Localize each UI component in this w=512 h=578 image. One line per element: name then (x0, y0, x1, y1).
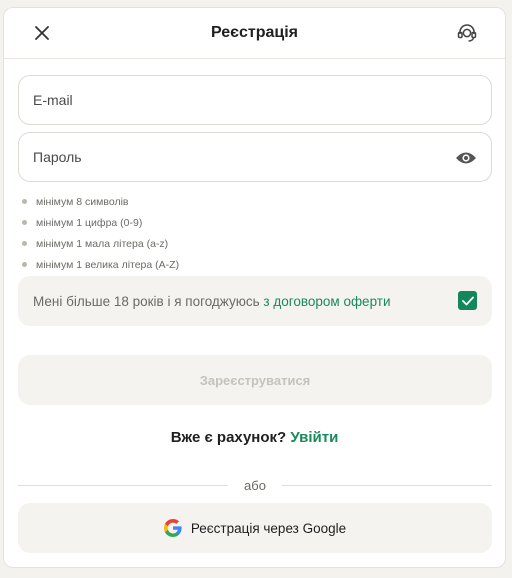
password-field[interactable] (18, 132, 492, 182)
age-agreement-box: Мені більше 18 років і я погоджуюсь з до… (18, 276, 492, 326)
page-title: Реєстрація (210, 24, 299, 41)
login-question: Вже є рахунок? (170, 429, 287, 446)
bullet-icon (22, 262, 27, 267)
google-icon (163, 519, 182, 537)
password-rule-text: мінімум 1 цифра (0-9) (36, 216, 143, 229)
password-rule-text: мінімум 8 символів (36, 195, 129, 208)
email-input[interactable] (19, 76, 491, 124)
password-rule: мінімум 1 велика літера (A-Z) (22, 254, 179, 275)
password-rule: мінімум 1 мала літера (a-z) (22, 233, 179, 254)
support-headset-icon (457, 24, 477, 42)
checkmark-icon (461, 296, 474, 305)
offer-agreement-link[interactable]: з договором оферти (263, 294, 390, 309)
login-link[interactable]: Увійти (290, 429, 338, 446)
password-rules-list: мінімум 8 символів мінімум 1 цифра (0-9)… (22, 191, 179, 275)
password-rule: мінімум 8 символів (22, 191, 179, 212)
password-visibility-toggle[interactable] (455, 147, 477, 169)
or-divider: або (18, 477, 492, 495)
email-field[interactable] (18, 75, 492, 125)
google-signup-label: Реєстрація через Google (190, 520, 347, 536)
google-signup-button[interactable]: Реєстрація через Google (18, 503, 492, 553)
registration-dialog: Реєстрація мінімум 8 символів (3, 7, 506, 568)
bullet-icon (22, 220, 27, 225)
agreement-checkbox[interactable] (458, 291, 477, 310)
password-rule: мінімум 1 цифра (0-9) (22, 212, 179, 233)
agreement-text: Мені більше 18 років і я погоджуюсь з до… (33, 294, 391, 309)
register-button[interactable]: Зареєструватися (18, 355, 492, 405)
bullet-icon (22, 199, 27, 204)
bullet-icon (22, 241, 27, 246)
divider-line (282, 485, 492, 486)
agreement-label: Мені більше 18 років і я погоджуюсь (33, 294, 260, 309)
eye-icon (456, 152, 476, 164)
support-button[interactable] (455, 21, 479, 45)
password-input[interactable] (19, 133, 491, 181)
dialog-header: Реєстрація (4, 8, 505, 59)
login-prompt: Вже є рахунок? Увійти (4, 429, 505, 446)
password-rule-text: мінімум 1 мала літера (a-z) (36, 237, 169, 250)
password-rule-text: мінімум 1 велика літера (A-Z) (36, 258, 180, 271)
